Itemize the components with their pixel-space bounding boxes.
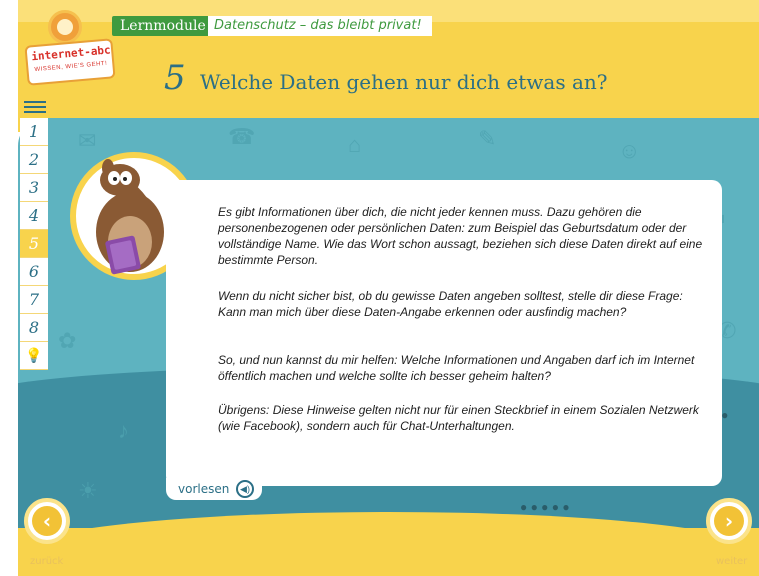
speaker-icon: ◀) bbox=[236, 480, 254, 498]
footer bbox=[18, 528, 759, 576]
read-aloud-button[interactable]: vorlesen ◀) bbox=[166, 478, 262, 500]
module-tag[interactable]: Lernmodule bbox=[112, 16, 214, 36]
compass-icon bbox=[48, 10, 82, 44]
chapter-item-6[interactable]: 6 bbox=[20, 258, 48, 286]
text-card: Es gibt Informationen über dich, die nic… bbox=[166, 180, 722, 486]
paragraph-1: Es gibt Informationen über dich, die nic… bbox=[218, 205, 703, 267]
back-label: zurück bbox=[30, 556, 64, 567]
paragraph-4: Übrigens: Diese Hinweise gelten nicht nu… bbox=[218, 403, 699, 433]
chevron-left-icon: ‹ bbox=[32, 506, 62, 536]
doodle-icon: ⌂ bbox=[348, 132, 362, 157]
doodle-icon: ✎ bbox=[478, 126, 497, 151]
chevron-right-icon: › bbox=[714, 506, 744, 536]
footprints-decoration: ● ● ● ● ● bbox=[520, 500, 570, 514]
paragraph-3: So, und nun kannst du mir helfen: Welche… bbox=[218, 353, 695, 383]
doodle-icon: ☎ bbox=[228, 124, 256, 149]
chapter-item-4[interactable]: 4 bbox=[20, 202, 48, 230]
page-number: 5 bbox=[164, 58, 186, 98]
page: internet-abc WISSEN, WIE'S GEHT! Lernmod… bbox=[0, 0, 759, 576]
lightbulb-icon[interactable]: 💡 bbox=[20, 342, 48, 370]
logo-badge: internet-abc WISSEN, WIE'S GEHT! bbox=[24, 38, 116, 86]
read-aloud-label: vorlesen bbox=[178, 482, 230, 496]
chapter-item-3[interactable]: 3 bbox=[20, 174, 48, 202]
chapter-item-8[interactable]: 8 bbox=[20, 314, 48, 342]
chapter-item-7[interactable]: 7 bbox=[20, 286, 48, 314]
chapter-item-2[interactable]: 2 bbox=[20, 146, 48, 174]
next-button[interactable]: › bbox=[706, 498, 752, 544]
logo-text: internet-abc bbox=[30, 43, 112, 64]
chapter-item-5[interactable]: 5 bbox=[20, 230, 48, 258]
hamburger-icon[interactable] bbox=[24, 98, 46, 116]
chapter-nav: 1 2 3 4 5 6 7 8 💡 bbox=[20, 118, 48, 370]
logo-subtitle: WISSEN, WIE'S GEHT! bbox=[34, 60, 108, 74]
next-label: weiter bbox=[716, 556, 748, 567]
doodle-icon: ✉ bbox=[78, 128, 97, 153]
doodle-icon: ☺ bbox=[618, 138, 641, 163]
internet-abc-logo[interactable]: internet-abc WISSEN, WIE'S GEHT! bbox=[24, 8, 116, 86]
chapter-item-1[interactable]: 1 bbox=[20, 118, 48, 146]
doodle-icon: ☀ bbox=[78, 478, 98, 503]
doodle-icon: ♪ bbox=[118, 418, 129, 443]
module-title: Datenschutz – das bleibt privat! bbox=[208, 16, 432, 36]
back-button[interactable]: ‹ bbox=[24, 498, 70, 544]
paragraph-2: Wenn du nicht sicher bist, ob du gewisse… bbox=[218, 289, 683, 319]
doodle-icon: ✿ bbox=[58, 328, 77, 353]
page-title: Welche Daten gehen nur dich etwas an? bbox=[200, 70, 608, 94]
